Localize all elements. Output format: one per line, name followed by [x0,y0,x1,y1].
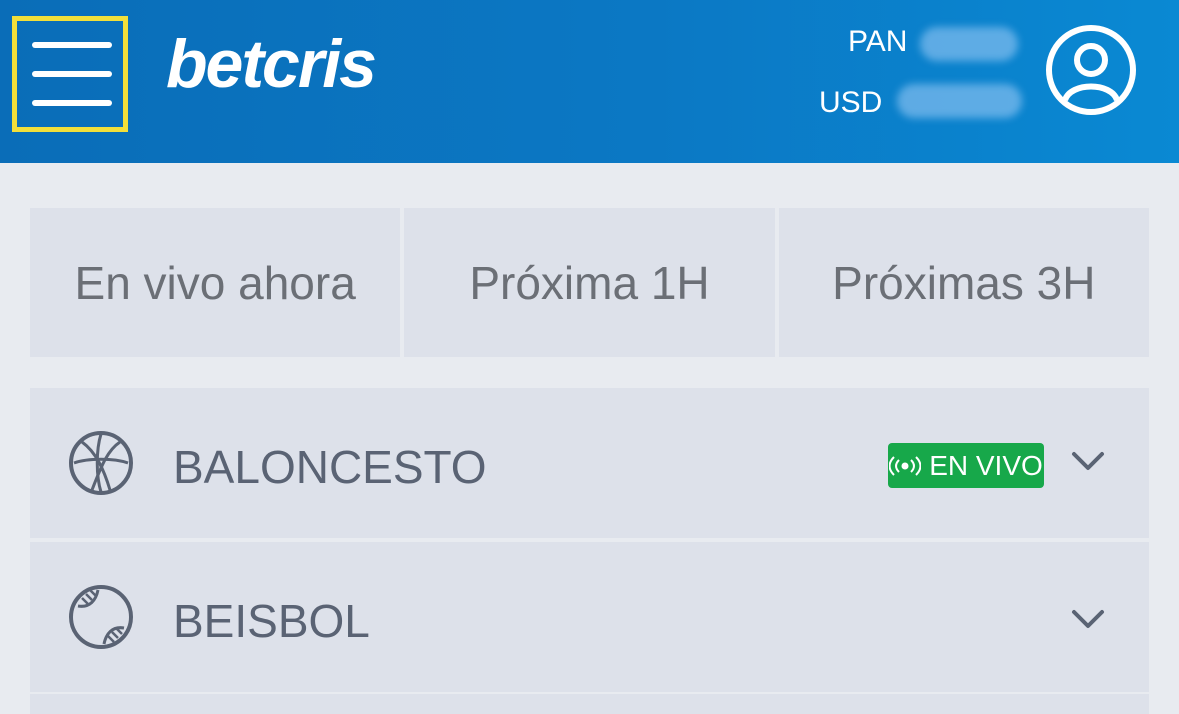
tab-proximas-3h[interactable]: Próximas 3H [778,208,1149,357]
hamburger-menu-icon-line-2 [32,71,112,77]
live-badge-label: EN VIVO [929,449,1043,481]
live-broadcast-icon [889,455,922,476]
sport-row-baloncesto[interactable]: BALONCESTO EN VIVO [30,388,1149,538]
chevron-down-icon[interactable] [1070,606,1106,632]
hamburger-menu-button[interactable] [12,16,128,132]
balance-pan-value-blurred [920,27,1018,61]
betcris-logo[interactable]: betcris [166,24,377,104]
sport-row-next-partial[interactable] [30,694,1149,714]
hamburger-menu-icon-line-3 [32,100,112,106]
time-filter-tabs: En vivo ahora Próxima 1H Próximas 3H [30,208,1149,357]
balance-usd-label: USD [819,86,883,119]
sport-row-beisbol[interactable]: BEISBOL [30,542,1149,692]
top-app-bar: betcris PAN USD [0,0,1179,163]
sport-label-baloncesto: BALONCESTO [173,441,487,493]
baseball-icon [69,585,133,649]
basketball-icon [69,431,133,495]
tab-en-vivo-ahora[interactable]: En vivo ahora [30,208,401,357]
hamburger-menu-icon [32,42,112,48]
sport-label-beisbol: BEISBOL [173,595,370,647]
live-badge: EN VIVO [888,443,1044,488]
balance-pan-label: PAN [848,25,908,58]
balance-usd-value-blurred [897,84,1022,118]
user-profile-icon[interactable] [1045,24,1137,116]
chevron-down-icon[interactable] [1070,448,1106,474]
tab-proxima-1h[interactable]: Próxima 1H [404,208,775,357]
